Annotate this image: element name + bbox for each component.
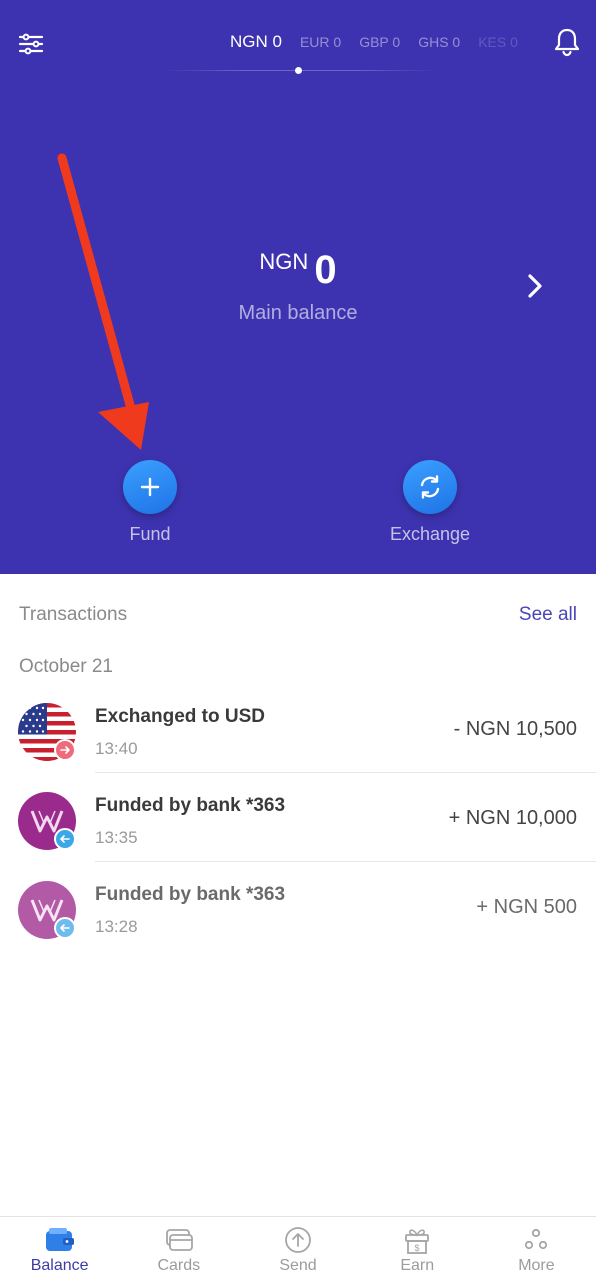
fund-circle[interactable] (123, 460, 177, 514)
date-group-label: October 21 (19, 656, 113, 677)
nav-earn[interactable]: $ Earn (358, 1217, 477, 1280)
arrow-left-icon (54, 828, 76, 850)
currency-tabs: NGN 0 EUR 0 GBP 0 GHS 0 KES 0 (230, 32, 518, 56)
balance-header: NGN 0 EUR 0 GBP 0 GHS 0 KES 0 NGN 0 Main … (0, 0, 596, 574)
exchange-circle[interactable] (403, 460, 457, 514)
tab-ngn[interactable]: NGN 0 (230, 32, 282, 52)
cards-icon (165, 1229, 193, 1251)
send-icon (285, 1227, 311, 1253)
nav-label: Balance (30, 1257, 89, 1274)
fund-label: Fund (129, 524, 171, 544)
arrow-right-icon (54, 739, 76, 761)
more-icon (525, 1228, 548, 1250)
balance-details-button[interactable] (522, 270, 548, 302)
balance-amount: 0 (314, 248, 337, 292)
nav-balance[interactable]: Balance (0, 1217, 119, 1280)
page-indicator-dot (295, 67, 302, 74)
see-all-link[interactable]: See all (519, 604, 577, 626)
svg-text:$: $ (415, 1243, 420, 1253)
nav-send[interactable]: Send (238, 1217, 357, 1280)
transaction-name: Exchanged to USD (95, 706, 265, 727)
transaction-amount: + NGN 500 (476, 896, 577, 918)
transaction-amount: - NGN 10,500 (453, 718, 577, 740)
balance-currency: NGN (259, 249, 309, 274)
fund-button[interactable]: Fund (90, 460, 210, 545)
sliders-icon (18, 33, 44, 55)
transaction-time: 13:28 (95, 917, 138, 936)
nav-label: Send (279, 1257, 317, 1274)
arrow-left-icon (54, 917, 76, 939)
gift-icon: $ (405, 1229, 430, 1254)
transactions-header: Transactions See all (19, 604, 577, 626)
transaction-row[interactable]: Funded by bank *363 13:28 + NGN 500 (0, 862, 596, 951)
refresh-icon (420, 475, 440, 499)
transaction-row[interactable]: Funded by bank *363 13:35 + NGN 10,000 (0, 773, 596, 862)
exchange-label: Exchange (389, 524, 471, 544)
tab-gbp[interactable]: GBP 0 (359, 34, 400, 50)
plus-icon (140, 477, 160, 497)
exchange-button[interactable]: Exchange (370, 460, 490, 545)
nav-more[interactable]: More (477, 1217, 596, 1280)
nav-label: Earn (400, 1257, 435, 1274)
transaction-name: Funded by bank *363 (95, 884, 286, 905)
tab-kes[interactable]: KES 0 (478, 34, 518, 50)
settings-button[interactable] (16, 28, 46, 58)
transactions-title: Transactions (19, 604, 128, 625)
notifications-button[interactable] (552, 26, 582, 58)
transaction-time: 13:35 (95, 828, 138, 847)
nav-label: Cards (157, 1257, 201, 1274)
nav-label: More (518, 1257, 555, 1274)
transaction-time: 13:40 (95, 739, 138, 758)
transaction-name: Funded by bank *363 (95, 795, 286, 816)
main-balance: NGN 0 (0, 248, 596, 293)
wallet-icon (45, 1228, 74, 1251)
nav-cards[interactable]: Cards (119, 1217, 238, 1280)
transaction-row[interactable]: Exchanged to USD 13:40 - NGN 10,500 (0, 684, 596, 773)
chevron-right-icon (528, 274, 542, 298)
bell-icon (554, 28, 580, 57)
transaction-amount: + NGN 10,000 (448, 807, 577, 829)
tab-ghs[interactable]: GHS 0 (418, 34, 460, 50)
bottom-navigation: Balance Cards Send $ Earn More (0, 1216, 596, 1280)
tab-eur[interactable]: EUR 0 (300, 34, 341, 50)
balance-label: Main balance (238, 302, 358, 324)
